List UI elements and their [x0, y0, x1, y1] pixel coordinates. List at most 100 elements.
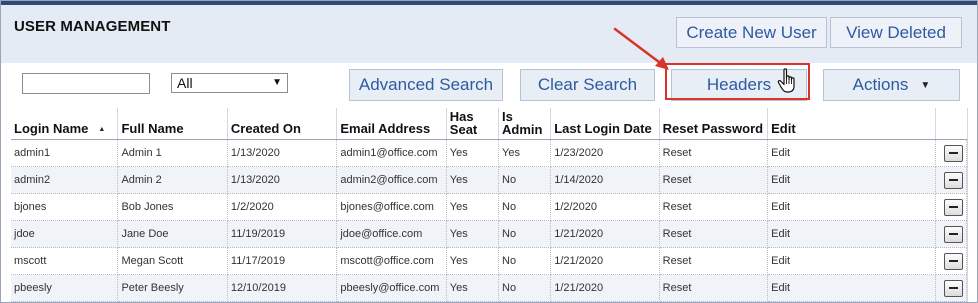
full-name-cell: Megan Scott [117, 247, 228, 275]
created-on-cell: 1/2/2020 [227, 193, 338, 221]
created-on-cell: 12/10/2019 [227, 274, 338, 302]
table-row: mscott Megan Scott 11/17/2019 mscott@off… [11, 247, 968, 275]
has-seat-cell: Yes [446, 166, 500, 194]
table-row: pbeesly Peter Beesly 12/10/2019 pbeesly@… [11, 274, 968, 302]
reset-password-link[interactable]: Reset [659, 220, 769, 248]
dropdown-arrow-icon: ▼ [272, 77, 282, 88]
full-name-cell: Bob Jones [117, 193, 228, 221]
remove-cell [935, 139, 968, 167]
email-cell: jdoe@office.com [336, 220, 447, 248]
vertical-scrollbar[interactable] [967, 108, 977, 302]
column-header-email-address[interactable]: Email Address [336, 108, 447, 140]
column-header-login-name[interactable]: Login Name ▲ [11, 108, 119, 140]
full-name-cell: Peter Beesly [117, 274, 228, 302]
annotation-arrow-icon [613, 27, 669, 70]
user-management-panel: USER MANAGEMENT Create New User View Del… [0, 0, 978, 303]
created-on-cell: 11/19/2019 [227, 220, 338, 248]
login-name-link[interactable]: admin1 [11, 139, 119, 167]
full-name-cell: Admin 2 [117, 166, 228, 194]
column-header-full-name[interactable]: Full Name [117, 108, 228, 140]
filter-select-value: All [177, 75, 193, 91]
edit-link[interactable]: Edit [767, 220, 936, 248]
is-admin-cell: No [498, 193, 552, 221]
table-header-row: Login Name ▲ Full Name Created On Email A… [11, 108, 967, 140]
actions-button-label: Actions [852, 75, 909, 94]
reset-password-link[interactable]: Reset [659, 247, 769, 275]
column-header-label: Login Name [14, 121, 89, 136]
minus-icon[interactable] [944, 198, 963, 216]
full-name-cell: Admin 1 [117, 139, 228, 167]
table-row: bjones Bob Jones 1/2/2020 bjones@office.… [11, 193, 968, 221]
column-header-reset-password[interactable]: Reset Password [659, 108, 769, 140]
created-on-cell: 11/17/2019 [227, 247, 338, 275]
table-row: admin2 Admin 2 1/13/2020 admin2@office.c… [11, 166, 968, 194]
login-name-link[interactable]: jdoe [11, 220, 119, 248]
minus-icon[interactable] [944, 225, 963, 243]
minus-icon[interactable] [944, 144, 963, 162]
edit-link[interactable]: Edit [767, 274, 936, 302]
email-cell: admin2@office.com [336, 166, 447, 194]
last-login-cell: 1/2/2020 [550, 193, 660, 221]
email-cell: pbeesly@office.com [336, 274, 447, 302]
email-cell: bjones@office.com [336, 193, 447, 221]
is-admin-cell: No [498, 247, 552, 275]
created-on-cell: 1/13/2020 [227, 166, 338, 194]
login-name-link[interactable]: bjones [11, 193, 119, 221]
column-header-has-seat[interactable]: Has Seat [446, 108, 500, 140]
reset-password-link[interactable]: Reset [659, 274, 769, 302]
login-name-link[interactable]: mscott [11, 247, 119, 275]
page-title: USER MANAGEMENT [14, 18, 171, 35]
has-seat-cell: Yes [446, 193, 500, 221]
sort-asc-icon: ▲ [98, 126, 106, 134]
has-seat-cell: Yes [446, 274, 500, 302]
reset-password-link[interactable]: Reset [659, 166, 769, 194]
filter-select[interactable]: All ▼ [171, 73, 288, 93]
column-header-is-admin[interactable]: Is Admin [498, 108, 552, 140]
is-admin-cell: No [498, 166, 552, 194]
remove-cell [935, 274, 968, 302]
edit-link[interactable]: Edit [767, 166, 936, 194]
create-new-user-button[interactable]: Create New User [676, 17, 827, 48]
email-cell: admin1@office.com [336, 139, 447, 167]
table-row: admin1 Admin 1 1/13/2020 admin1@office.c… [11, 139, 968, 167]
minus-icon[interactable] [944, 279, 963, 297]
last-login-cell: 1/21/2020 [550, 247, 660, 275]
remove-cell [935, 166, 968, 194]
last-login-cell: 1/21/2020 [550, 220, 660, 248]
last-login-cell: 1/21/2020 [550, 274, 660, 302]
remove-cell [935, 247, 968, 275]
login-name-link[interactable]: pbeesly [11, 274, 119, 302]
minus-icon[interactable] [944, 171, 963, 189]
column-header-created-on[interactable]: Created On [227, 108, 338, 140]
clear-search-button[interactable]: Clear Search [520, 69, 655, 101]
remove-cell [935, 220, 968, 248]
minus-icon[interactable] [944, 252, 963, 270]
is-admin-cell: No [498, 220, 552, 248]
login-name-link[interactable]: admin2 [11, 166, 119, 194]
caret-down-icon: ▼ [920, 79, 931, 91]
table-row: jdoe Jane Doe 11/19/2019 jdoe@office.com… [11, 220, 968, 248]
edit-link[interactable]: Edit [767, 193, 936, 221]
column-header-remove [935, 108, 967, 140]
users-table: Login Name ▲ Full Name Created On Email A… [11, 108, 968, 302]
actions-button[interactable]: Actions ▼ [823, 69, 960, 101]
column-header-last-login-date[interactable]: Last Login Date [550, 108, 660, 140]
has-seat-cell: Yes [446, 247, 500, 275]
column-header-edit[interactable]: Edit [767, 108, 936, 140]
edit-link[interactable]: Edit [767, 139, 936, 167]
is-admin-cell: Yes [498, 139, 552, 167]
search-input[interactable] [22, 73, 150, 94]
reset-password-link[interactable]: Reset [659, 139, 769, 167]
full-name-cell: Jane Doe [117, 220, 228, 248]
view-deleted-button[interactable]: View Deleted [830, 17, 962, 48]
hand-pointer-icon [777, 68, 795, 93]
remove-cell [935, 193, 968, 221]
is-admin-cell: No [498, 274, 552, 302]
email-cell: mscott@office.com [336, 247, 447, 275]
advanced-search-button[interactable]: Advanced Search [349, 69, 503, 101]
has-seat-cell: Yes [446, 220, 500, 248]
created-on-cell: 1/13/2020 [227, 139, 338, 167]
last-login-cell: 1/23/2020 [550, 139, 660, 167]
reset-password-link[interactable]: Reset [659, 193, 769, 221]
edit-link[interactable]: Edit [767, 247, 936, 275]
